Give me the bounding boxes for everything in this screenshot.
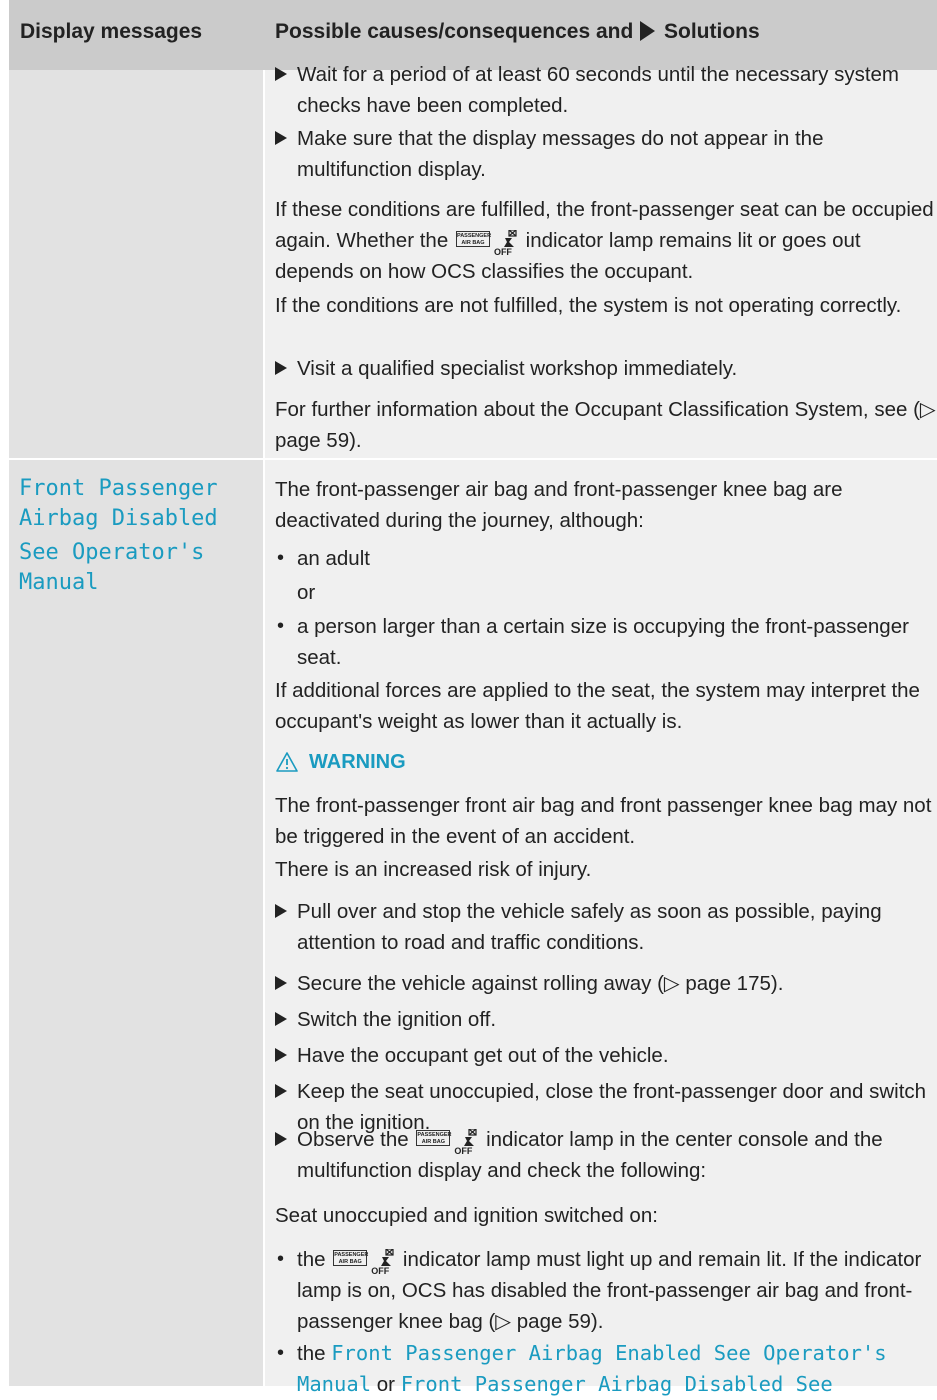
- paragraph: There is an increased risk of injury.: [275, 858, 592, 881]
- step-arrow-icon: [275, 904, 287, 918]
- list-item: Pull over and stop the vehicle safely as…: [275, 896, 937, 958]
- warning-heading: WARNING: [275, 751, 406, 774]
- paragraph: or: [297, 581, 316, 604]
- passenger-airbag-off-icon: PASSENGER AIR BAG OFF: [416, 1129, 478, 1156]
- step-arrow-icon: [275, 1012, 287, 1026]
- header-causes-solutions: Possible causes/consequences and Solutio…: [275, 20, 760, 43]
- list-item: Observe the PASSENGER AIR BAG OFF indicato…: [275, 1124, 937, 1186]
- passenger-airbag-off-icon: PASSENGER AIR BAG OFF: [333, 1249, 395, 1276]
- list-item: Switch the ignition off.: [275, 1004, 937, 1035]
- display-message-line: See Operator's: [19, 540, 205, 565]
- step-arrow-icon: [275, 976, 287, 990]
- step-arrow-icon: [275, 1048, 287, 1062]
- paragraph: For further information about the Occupa…: [275, 398, 936, 452]
- display-message-line: Front Passenger: [19, 476, 218, 501]
- passenger-airbag-off-icon: PASSENGER AIR BAG OFF: [455, 230, 518, 257]
- step-arrow-icon: [275, 1132, 287, 1146]
- solution-arrow-icon: [640, 21, 656, 41]
- paragraph: The front-passenger front air bag and fr…: [275, 794, 932, 848]
- paragraph: Seat unoccupied and ignition switched on…: [275, 1204, 658, 1227]
- paragraph: If the conditions are not fulfilled, the…: [275, 294, 902, 317]
- header-display-messages: Display messages: [20, 20, 203, 43]
- step-arrow-icon: [275, 361, 287, 375]
- paragraph: The front-passenger air bag and front-pa…: [275, 478, 843, 532]
- step-arrow-icon: [275, 1084, 287, 1098]
- list-item: Make sure that the display messages do n…: [275, 123, 937, 185]
- step-arrow-icon: [275, 67, 287, 81]
- paragraph: If additional forces are applied to the …: [275, 679, 920, 733]
- list-item: Secure the vehicle against rolling away …: [275, 968, 937, 999]
- list-item: Have the occupant get out of the vehicle…: [275, 1040, 937, 1071]
- list-item: • a person larger than a certain size is …: [277, 615, 909, 669]
- step-arrow-icon: [275, 131, 287, 145]
- warning-triangle-icon: [276, 752, 298, 772]
- paragraph: If these conditions are fulfilled, the f…: [275, 198, 934, 283]
- list-item: Visit a qualified specialist workshop im…: [275, 353, 937, 384]
- list-item: • the Front Passenger Airbag Enabled See …: [277, 1341, 887, 1396]
- list-item: • an adult: [277, 547, 370, 570]
- list-item: Wait for a period of at least 60 seconds…: [275, 59, 937, 121]
- display-message-line: Manual: [19, 570, 99, 595]
- list-item: • the PASSENGER AIR BAG OFF indicator lamp …: [277, 1248, 922, 1333]
- display-message-line: Airbag Disabled: [19, 506, 218, 531]
- row1-message-cell: [9, 70, 263, 458]
- manual-page: Display messages Possible causes/consequ…: [0, 0, 937, 1396]
